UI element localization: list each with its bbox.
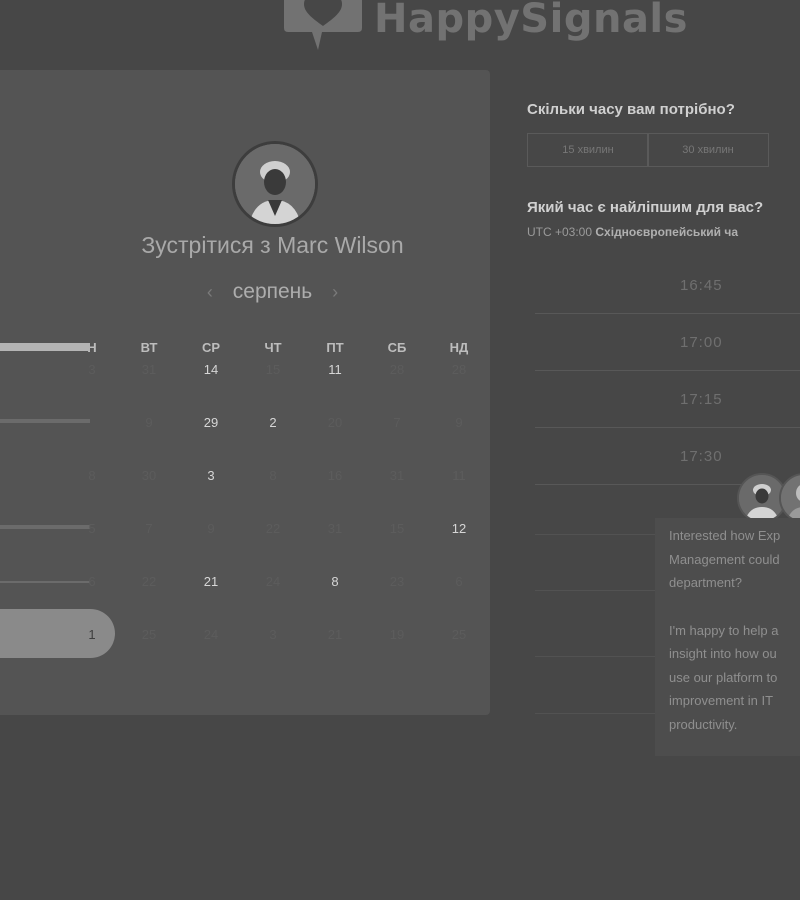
time-slot[interactable]: 16:45: [535, 258, 800, 314]
meeting-title: Зустрітися з Marc Wilson: [141, 232, 404, 258]
calendar-day[interactable]: 22: [129, 574, 169, 589]
calendar-day[interactable]: 30: [129, 468, 169, 483]
weekday-label: ЧТ: [264, 340, 282, 355]
chat-line: department?: [669, 575, 742, 590]
divider: [535, 656, 655, 657]
calendar-day[interactable]: 8: [72, 468, 112, 483]
timezone-name: Східноєвропейський ча: [595, 225, 739, 239]
row-bar: [0, 419, 90, 423]
chat-line: I'm happy to help a: [669, 622, 779, 638]
time-slot[interactable]: 17:15: [535, 372, 800, 428]
calendar-day[interactable]: 1: [72, 627, 112, 642]
divider: [535, 713, 655, 714]
calendar-day[interactable]: 7: [129, 521, 169, 536]
brand-name: HappySignals: [374, 0, 688, 42]
calendar-day[interactable]: 8: [315, 574, 355, 589]
chat-line: Management could: [669, 551, 780, 567]
calendar-day[interactable]: 23: [377, 574, 417, 589]
calendar-day[interactable]: 31: [129, 362, 169, 377]
chat-line: productivity.: [669, 716, 738, 732]
calendar-day[interactable]: 6: [439, 574, 479, 589]
divider: [535, 534, 655, 535]
month-navigator: ‹ серпень ›: [0, 280, 545, 304]
calendar-day[interactable]: 3: [191, 468, 231, 483]
duration-30-button[interactable]: 30 хвилин: [647, 133, 769, 167]
chat-line: improvement in IT: [669, 693, 774, 708]
chat-line: use our platform to: [669, 669, 778, 685]
calendar-day[interactable]: 9: [129, 415, 169, 430]
calendar-day[interactable]: 9: [191, 521, 231, 536]
timezone-label[interactable]: UTC +03:00 Східноєвропейський ча: [527, 225, 738, 239]
calendar-day[interactable]: 24: [253, 574, 293, 589]
calendar-day[interactable]: 11: [439, 468, 479, 483]
calendar-day[interactable]: 22: [253, 521, 293, 536]
chat-message-bubble[interactable]: Interested how Exp Management could depa…: [655, 518, 800, 756]
calendar-day[interactable]: 24: [191, 627, 231, 642]
weekday-label: СР: [201, 340, 221, 355]
calendar-day[interactable]: 3: [72, 362, 112, 377]
timezone-offset: UTC +03:00: [527, 225, 593, 239]
calendar-day[interactable]: 29: [191, 415, 231, 430]
host-avatar: [232, 141, 318, 227]
calendar-day[interactable]: 15: [377, 521, 417, 536]
calendar-day[interactable]: 14: [191, 362, 231, 377]
calendar-day[interactable]: 25: [439, 627, 479, 642]
calendar-day[interactable]: 11: [315, 362, 355, 377]
weekday-label: НД: [449, 340, 469, 355]
duration-15-button[interactable]: 15 хвилин: [527, 133, 649, 167]
calendar-day[interactable]: 31: [315, 521, 355, 536]
calendar-day[interactable]: 16: [315, 468, 355, 483]
chat-line: Interested how Exp: [669, 528, 781, 543]
prev-month-icon[interactable]: ‹: [207, 282, 213, 302]
time-slot[interactable]: 17:00: [535, 315, 800, 371]
time-question: Який час є найліпшим для вас?: [527, 199, 764, 216]
calendar-day[interactable]: 12: [439, 521, 479, 536]
calendar-day[interactable]: 2: [253, 415, 293, 430]
calendar-day[interactable]: 3: [253, 627, 293, 642]
calendar-day[interactable]: 28: [439, 362, 479, 377]
month-label: серпень: [232, 280, 313, 303]
calendar-day[interactable]: 21: [191, 574, 231, 589]
weekday-label: СБ: [387, 340, 407, 355]
calendar-day[interactable]: 15: [253, 362, 293, 377]
calendar-day[interactable]: 31: [377, 468, 417, 483]
duration-question: Скільки часу вам потрібно?: [527, 101, 735, 118]
heart-bubble-icon: [282, 0, 364, 52]
weekday-label: ПТ: [326, 340, 344, 355]
calendar-day[interactable]: 7: [377, 415, 417, 430]
calendar-day[interactable]: 19: [377, 627, 417, 642]
calendar-day[interactable]: 28: [377, 362, 417, 377]
divider: [535, 590, 655, 591]
calendar-day[interactable]: 20: [315, 415, 355, 430]
weekday-label: ВТ: [140, 340, 158, 355]
next-month-icon[interactable]: ›: [332, 282, 338, 302]
calendar-day[interactable]: 5: [72, 521, 112, 536]
calendar-day[interactable]: 8: [253, 468, 293, 483]
calendar-day[interactable]: 6: [72, 574, 112, 589]
selection-bar: [0, 343, 90, 351]
calendar-day[interactable]: 21: [315, 627, 355, 642]
chat-line: insight into how ou: [669, 646, 777, 661]
brand-logo[interactable]: HappySignals: [282, 0, 688, 52]
calendar-day[interactable]: 25: [129, 627, 169, 642]
calendar-day[interactable]: 9: [439, 415, 479, 430]
